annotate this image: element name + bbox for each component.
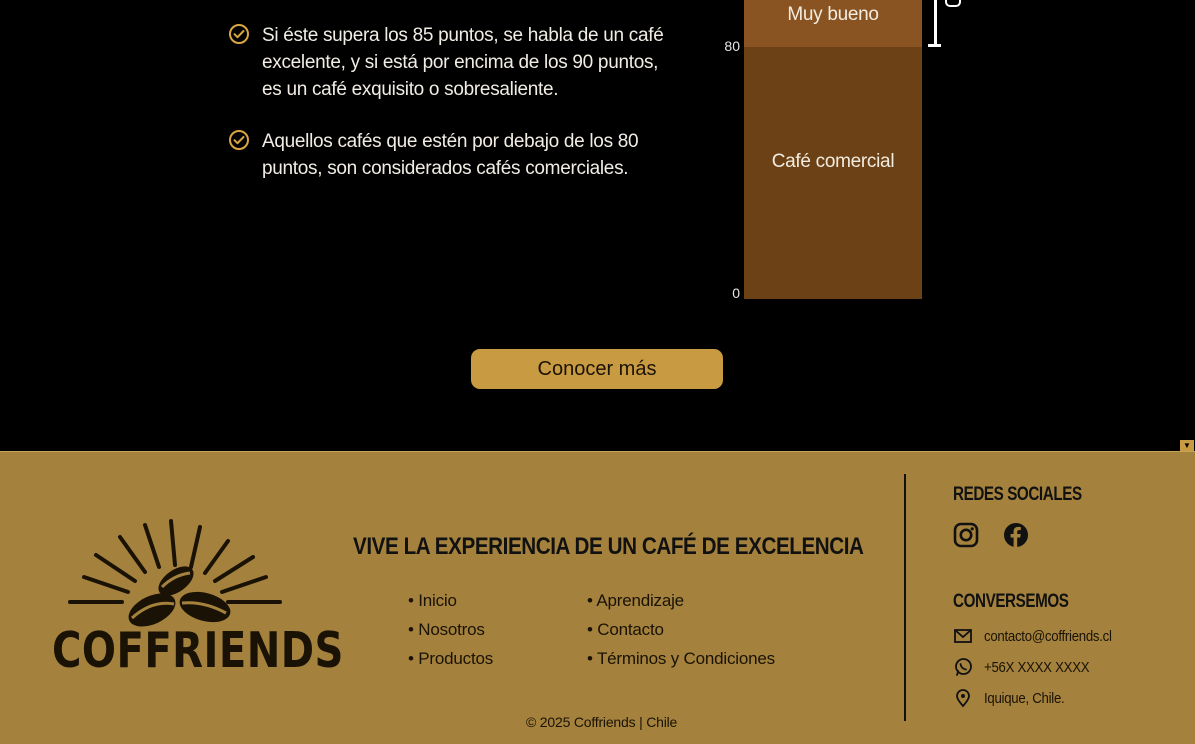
contact-phone[interactable]: +56X XXXX XXXX <box>953 657 1104 677</box>
range-bracket-foot <box>928 44 941 47</box>
check-item: Aquellos cafés que estén por debajo de l… <box>228 128 668 182</box>
conocer-mas-button[interactable]: Conocer más <box>471 349 723 389</box>
check-item-text: Aquellos cafés que estén por debajo de l… <box>262 131 639 179</box>
footer-nav-col-1: • Inicio • Nosotros • Productos <box>408 586 493 673</box>
copyright: © 2025 Coffriends | Chile <box>526 714 678 730</box>
footer-link-inicio[interactable]: • Inicio <box>408 586 493 615</box>
check-item-text: Si éste supera los 85 puntos, se habla d… <box>262 25 664 100</box>
footer-link-contacto[interactable]: • Contacto <box>587 615 775 644</box>
instagram-icon[interactable] <box>953 522 979 548</box>
scroll-down-arrow[interactable]: ▼ <box>1180 440 1194 451</box>
footer-tagline: VIVE LA EXPERIENCIA DE UN CAFÉ DE EXCELE… <box>353 533 864 560</box>
range-bracket <box>934 0 937 46</box>
check-item: Si éste supera los 85 puntos, se habla d… <box>228 22 668 103</box>
bar-segment-cafe-comercial <box>744 47 922 299</box>
facebook-icon[interactable] <box>1003 522 1029 548</box>
bar-label-muy-bueno: Muy bueno <box>787 4 879 25</box>
contact-location: Iquique, Chile. <box>953 688 1075 708</box>
footer-link-terminos[interactable]: • Términos y Condiciones <box>587 644 775 673</box>
check-circle-icon <box>229 24 249 44</box>
location-pin-icon <box>956 689 970 708</box>
tick-label-0: 0 <box>732 285 740 301</box>
range-bracket-corner <box>945 0 961 7</box>
tick-label-80: 80 <box>724 38 740 54</box>
mail-icon <box>954 629 972 643</box>
info-section: Si éste supera los 85 puntos, se habla d… <box>0 0 1195 451</box>
contact-email-text[interactable]: contacto@coffriends.cl <box>984 628 1112 645</box>
contact-location-text: Iquique, Chile. <box>984 689 1065 707</box>
logo-wordmark: COFFRIENDS <box>52 622 344 679</box>
footer-nav-col-2: • Aprendizaje • Contacto • Términos y Co… <box>587 586 775 673</box>
contact-email[interactable]: contacto@coffriends.cl <box>953 626 1129 646</box>
check-circle-icon <box>229 130 249 150</box>
footer-divider <box>904 474 906 721</box>
footer-link-nosotros[interactable]: • Nosotros <box>408 615 493 644</box>
footer-link-aprendizaje[interactable]: • Aprendizaje <box>587 586 775 615</box>
bar-label-cafe-comercial: Café comercial <box>771 151 895 172</box>
social-title: REDES SOCIALES <box>953 484 1082 505</box>
contact-phone-text[interactable]: +56X XXXX XXXX <box>984 659 1090 676</box>
contact-title: CONVERSEMOS <box>953 591 1069 612</box>
footer-link-productos[interactable]: • Productos <box>408 644 493 673</box>
whatsapp-icon <box>955 658 972 676</box>
